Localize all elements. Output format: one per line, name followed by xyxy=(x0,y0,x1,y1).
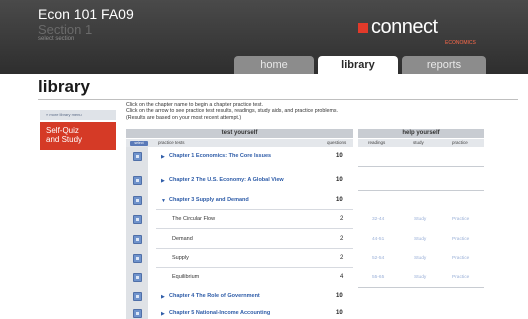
practice-link[interactable]: Practice xyxy=(452,275,469,280)
reading-link[interactable]: 44-51 xyxy=(372,237,384,242)
study-link[interactable]: Study xyxy=(414,237,426,242)
reading-link[interactable]: 32-44 xyxy=(372,217,384,222)
tab-home[interactable]: home xyxy=(234,56,314,74)
sidebar-item-self-quiz[interactable]: Self-Quiz and Study xyxy=(40,122,116,150)
chapter-link[interactable]: Chapter 5 National-Income Accounting xyxy=(169,310,270,316)
instruction-line: Click on the arrow to see practice test … xyxy=(126,108,338,115)
logo-mark-icon xyxy=(358,22,368,33)
expand-arrow-icon[interactable]: ▶ xyxy=(161,154,165,160)
help-column-headers: readings study practice xyxy=(358,139,484,147)
row-checkbox[interactable] xyxy=(133,254,142,263)
self-quiz-label-line2: and Study xyxy=(46,135,83,144)
section-title: Section 1 xyxy=(38,22,93,37)
reading-link[interactable]: 55-65 xyxy=(372,275,384,280)
tab-reports[interactable]: reports xyxy=(402,56,486,74)
test-column-headers: select practice tests questions xyxy=(126,139,353,147)
question-count: 10 xyxy=(336,310,343,316)
row-checkbox[interactable] xyxy=(133,196,142,205)
col-questions: questions xyxy=(327,140,347,145)
col-practice: practice xyxy=(452,140,468,145)
col-readings: readings xyxy=(368,140,386,145)
question-count: 4 xyxy=(340,274,344,280)
row-divider xyxy=(156,248,353,249)
col-practice-tests: practice tests xyxy=(158,140,185,145)
col-study: study xyxy=(413,140,424,145)
row-checkbox[interactable] xyxy=(133,309,142,318)
row-divider xyxy=(156,228,353,229)
instructions: Click on the chapter name to begin a cha… xyxy=(126,102,338,121)
logo-subtitle: ECONOMICS xyxy=(445,40,476,46)
help-yourself-header: help yourself xyxy=(358,129,484,138)
topic-label: Equilibrium xyxy=(172,274,200,280)
title-divider xyxy=(38,99,518,100)
row-divider xyxy=(358,166,484,167)
question-count: 2 xyxy=(340,236,344,242)
study-link[interactable]: Study xyxy=(414,275,426,280)
chapter-link[interactable]: Chapter 1 Economics: The Core Issues xyxy=(169,153,271,159)
practice-link[interactable]: Practice xyxy=(452,217,469,222)
instruction-line: (Results are based on your most recent a… xyxy=(126,114,242,121)
row-checkbox[interactable] xyxy=(133,176,142,185)
select-button[interactable]: select xyxy=(130,140,148,146)
tab-library[interactable]: library xyxy=(318,56,398,74)
chapter-link[interactable]: Chapter 4 The Role of Government xyxy=(169,293,260,299)
more-library-menu-link[interactable]: » more library menu xyxy=(40,110,116,120)
test-yourself-header: test yourself xyxy=(126,129,353,138)
topic-label: The Circular Flow xyxy=(172,216,216,222)
question-count: 2 xyxy=(340,216,344,222)
self-quiz-label-line1: Self-Quiz xyxy=(46,126,79,135)
logo-text: connect xyxy=(371,16,438,38)
topic-label: Supply xyxy=(172,255,189,261)
row-checkbox[interactable] xyxy=(133,215,142,224)
question-count: 10 xyxy=(336,177,343,183)
chapter-link[interactable]: Chapter 3 Supply and Demand xyxy=(169,197,249,203)
practice-link[interactable]: Practice xyxy=(452,237,469,242)
expand-arrow-icon[interactable]: ▶ xyxy=(161,311,165,317)
page-title: library xyxy=(38,77,90,96)
practice-link[interactable]: Practice xyxy=(452,256,469,261)
expand-arrow-icon[interactable]: ▶ xyxy=(161,294,165,300)
collapse-arrow-icon[interactable]: ▼ xyxy=(161,198,166,204)
study-link[interactable]: Study xyxy=(414,217,426,222)
select-section-link[interactable]: select section xyxy=(38,36,74,42)
row-checkbox[interactable] xyxy=(133,235,142,244)
question-count: 10 xyxy=(336,293,343,299)
topic-label: Demand xyxy=(172,236,193,242)
question-count: 2 xyxy=(340,255,344,261)
row-divider xyxy=(358,287,484,288)
chapter-link[interactable]: Chapter 2 The U.S. Economy: A Global Vie… xyxy=(169,177,284,183)
row-checkbox[interactable] xyxy=(133,292,142,301)
row-divider xyxy=(358,190,484,191)
row-divider xyxy=(156,209,353,210)
connect-logo: connect xyxy=(358,16,438,39)
study-link[interactable]: Study xyxy=(414,256,426,261)
row-checkbox[interactable] xyxy=(133,273,142,282)
row-checkbox[interactable] xyxy=(133,152,142,161)
row-divider xyxy=(156,267,353,268)
app-header: Econ 101 FA09 Section 1 select section c… xyxy=(0,0,528,74)
reading-link[interactable]: 52-54 xyxy=(372,256,384,261)
question-count: 10 xyxy=(336,153,343,159)
question-count: 10 xyxy=(336,197,343,203)
expand-arrow-icon[interactable]: ▶ xyxy=(161,178,165,184)
course-title: Econ 101 FA09 xyxy=(38,6,134,22)
